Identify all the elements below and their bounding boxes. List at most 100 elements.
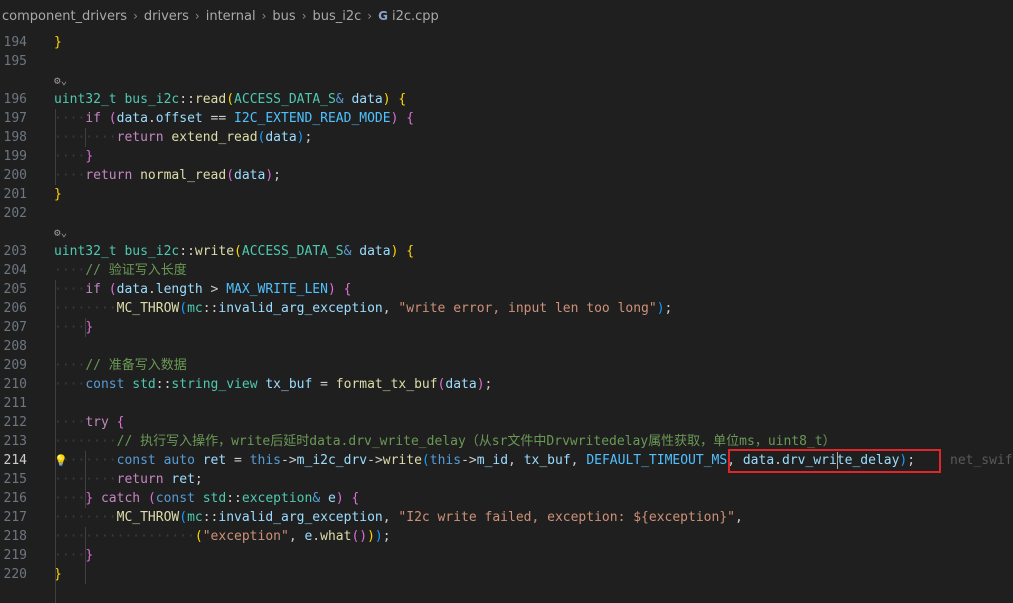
token-b1: } <box>54 35 62 50</box>
token-pl: , <box>508 453 524 468</box>
code-text[interactable]: ····const std::string_view tx_buf = form… <box>54 375 492 394</box>
line-number[interactable]: 206 <box>0 299 27 318</box>
line-number[interactable]: 218 <box>0 527 27 546</box>
line-number[interactable]: 212 <box>0 413 27 432</box>
line-number[interactable]: 213 <box>0 432 27 451</box>
token-pl: -> <box>367 453 383 468</box>
code-text[interactable]: ····} catch (const std::exception& e) { <box>54 489 359 508</box>
code-text[interactable]: ····// 验证写入长度 <box>54 261 187 280</box>
breadcrumb-item-internal[interactable]: internal <box>206 1 256 32</box>
codelens-icon[interactable]: ⚙⌄ <box>54 223 67 242</box>
line-number[interactable]: 196 <box>0 90 27 109</box>
line-number[interactable]: 200 <box>0 166 27 185</box>
code-text[interactable]: ········// 执行写入操作，write后延时data.drv_write… <box>54 432 836 451</box>
code-text[interactable]: ··················("exception", e.what()… <box>54 527 391 546</box>
breadcrumb-item-file[interactable]: i2c.cpp <box>392 1 439 32</box>
token-pl: :: <box>179 244 195 259</box>
token-ty: std <box>132 377 156 392</box>
breadcrumb-item-drivers[interactable]: drivers <box>144 1 189 32</box>
breadcrumb-item-bus[interactable]: bus <box>272 1 295 32</box>
code-line: 194} <box>0 33 1013 52</box>
token-b3: ) <box>656 301 665 316</box>
token-var: invalid_arg_exception <box>218 510 383 525</box>
code-text[interactable]: ····if (data.length > MAX_WRITE_LEN) { <box>54 280 351 299</box>
codelens-icon[interactable]: ⚙⌄ <box>54 71 67 90</box>
breadcrumb-item-component-drivers[interactable]: component_drivers <box>2 1 127 32</box>
code-text[interactable]: } <box>54 185 62 204</box>
token-b3: ( <box>179 510 188 525</box>
line-number[interactable]: 217 <box>0 508 27 527</box>
token-var: data <box>116 111 148 126</box>
token-ws: ···· <box>54 548 86 563</box>
token-fn: write <box>382 453 422 468</box>
token-var: data <box>234 168 266 183</box>
code-text[interactable]: uint32_t bus_i2c::read(ACCESS_DATA_S& da… <box>54 90 406 109</box>
inline-suggestion-ghost-text: net_swif <box>950 453 1013 468</box>
code-text[interactable]: ····try { <box>54 413 124 432</box>
line-number[interactable]: 202 <box>0 204 27 223</box>
line-number[interactable]: 214 <box>0 451 27 470</box>
line-number[interactable]: 194 <box>0 33 27 52</box>
token-var: tx_buf <box>523 453 571 468</box>
token-ty: mc <box>187 510 203 525</box>
token-var: e <box>327 491 336 506</box>
code-text[interactable]: ····} <box>54 147 93 166</box>
code-editor[interactable]: 194} 195 ⚙⌄ 196 uint32_t bus_i2c::read(ACCES… <box>0 32 1013 603</box>
line-number[interactable]: 216 <box>0 489 27 508</box>
line-number[interactable]: 208 <box>0 337 27 356</box>
token-ctl: return <box>116 130 164 145</box>
token-ty: string_view <box>171 377 258 392</box>
line-number[interactable]: 207 <box>0 318 27 337</box>
code-text[interactable]: ········return ret; <box>54 470 203 489</box>
code-line: 203 uint32_t bus_i2c::write(ACCESS_DATA_S… <box>0 242 1013 261</box>
token-ty: mc <box>187 301 203 316</box>
code-text[interactable]: ····// 准备写入数据 <box>54 356 187 375</box>
code-text[interactable]: ····} <box>54 318 93 337</box>
code-text[interactable]: ····} <box>54 546 93 565</box>
line-number[interactable]: 205 <box>0 280 27 299</box>
token-b3: ( <box>421 453 430 468</box>
code-text[interactable]: ····if (data.offset == I2C_EXTEND_READ_M… <box>54 109 414 128</box>
token-ctl: return <box>85 168 133 183</box>
token-b1: { <box>406 244 415 259</box>
token-b2: { <box>343 282 352 297</box>
line-number[interactable]: 199 <box>0 147 27 166</box>
token-b2: } <box>85 548 94 563</box>
line-number[interactable]: 210 <box>0 375 27 394</box>
token-b1: { <box>398 92 407 107</box>
line-number[interactable]: 220 <box>0 565 27 584</box>
code-text[interactable]: ····return normal_read(data); <box>54 166 281 185</box>
line-number[interactable]: 197 <box>0 109 27 128</box>
line-number[interactable]: 215 <box>0 470 27 489</box>
line-number[interactable]: 209 <box>0 356 27 375</box>
token-b1: ) <box>382 92 391 107</box>
code-text[interactable]: } <box>54 33 62 52</box>
codelens-row: ⚙⌄ <box>0 71 1013 90</box>
code-text[interactable]: ········return extend_read(data); <box>54 128 312 147</box>
token-pl: ; <box>484 377 493 392</box>
line-number[interactable]: 203 <box>0 242 27 261</box>
code-text[interactable]: ········MC_THROW(mc::invalid_arg_excepti… <box>54 508 743 527</box>
line-number[interactable]: 219 <box>0 546 27 565</box>
token-kw: auto <box>163 453 195 468</box>
token-b1: ( <box>194 529 203 544</box>
token-ctl: try <box>85 415 109 430</box>
code-text[interactable]: ········MC_THROW(mc::invalid_arg_excepti… <box>54 299 672 318</box>
token-pl: :: <box>226 491 242 506</box>
codelens-row: ⚙⌄ <box>0 223 1013 242</box>
breadcrumb-item-bus-i2c[interactable]: bus_i2c <box>313 1 362 32</box>
line-number[interactable]: 198 <box>0 128 27 147</box>
code-line: 207 ····} <box>0 318 1013 337</box>
token-b2: ) <box>335 491 344 506</box>
line-number[interactable]: 195 <box>0 52 27 71</box>
token-fn: format_tx_buf <box>335 377 438 392</box>
line-number[interactable]: 201 <box>0 185 27 204</box>
line-number[interactable]: 211 <box>0 394 27 413</box>
line-number[interactable]: 204 <box>0 261 27 280</box>
lightbulb-icon[interactable]: 💡 <box>54 451 68 470</box>
token-b1: } <box>54 187 62 202</box>
token-b2: () <box>351 529 368 544</box>
code-text[interactable]: uint32_t bus_i2c::write(ACCESS_DATA_S& d… <box>54 242 414 261</box>
